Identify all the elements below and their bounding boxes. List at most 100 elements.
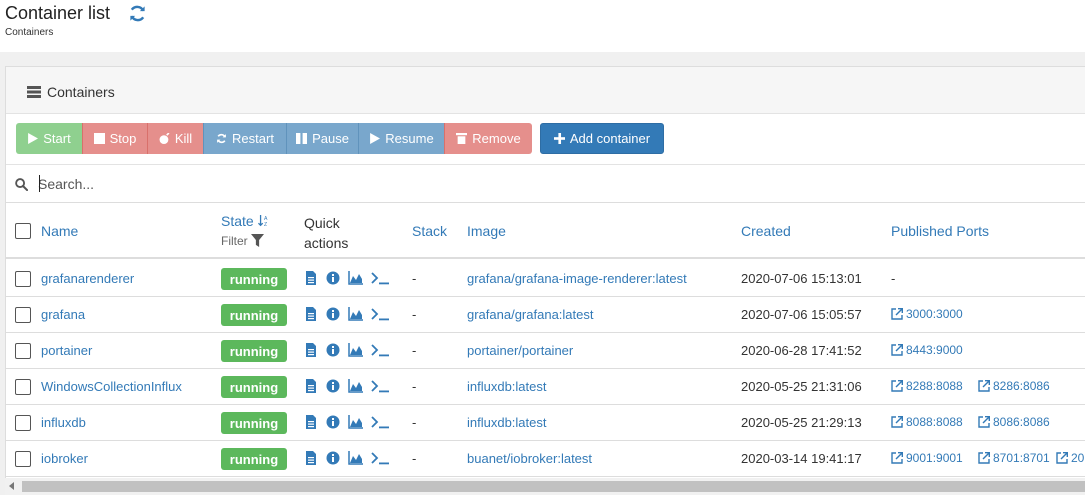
row-checkbox[interactable] xyxy=(15,415,31,431)
published-port-link[interactable]: 8288:8088 xyxy=(891,379,963,393)
published-port-link[interactable]: 8701:8701 xyxy=(978,451,1050,465)
external-link-icon xyxy=(891,380,903,392)
port-mapping: 8088:8088 xyxy=(906,415,963,429)
file-icon[interactable] xyxy=(304,379,318,393)
horizontal-scrollbar[interactable] xyxy=(5,478,1085,495)
scrollbar-thumb[interactable] xyxy=(22,481,1085,492)
published-port-link[interactable]: 9001:9001 xyxy=(891,451,963,465)
column-header-stack[interactable]: Stack xyxy=(412,223,447,239)
scroll-left-arrow[interactable] xyxy=(9,482,14,490)
resume-button[interactable]: Resume xyxy=(358,123,444,154)
column-header-published-ports[interactable]: Published Ports xyxy=(891,223,989,239)
stack-value: - xyxy=(412,415,417,430)
state-filter[interactable]: Filter xyxy=(221,234,265,248)
published-port-link[interactable]: 8086:8086 xyxy=(978,415,1050,429)
kill-button[interactable]: Kill xyxy=(147,123,203,154)
published-port-link[interactable]: 8443:9000 xyxy=(891,343,963,357)
container-name-link[interactable]: WindowsCollectionInflux xyxy=(41,379,182,394)
table-row: WindowsCollectionInflux running - influxdb:… xyxy=(6,369,1085,405)
terminal-icon[interactable] xyxy=(371,379,391,393)
status-badge: running xyxy=(221,448,287,470)
row-checkbox[interactable] xyxy=(15,307,31,323)
created-timestamp: 2020-03-14 19:41:17 xyxy=(741,451,862,466)
refresh-icon[interactable] xyxy=(128,4,147,23)
page-header: Container list Containers xyxy=(0,0,1085,52)
no-ports-value: - xyxy=(891,271,896,286)
file-icon[interactable] xyxy=(304,343,318,357)
area-chart-icon[interactable] xyxy=(348,307,363,321)
image-link[interactable]: portainer/portainer xyxy=(467,343,573,358)
area-chart-icon[interactable] xyxy=(348,379,363,393)
restart-button-label: Restart xyxy=(232,131,274,146)
container-name-link[interactable]: grafanarenderer xyxy=(41,271,134,286)
info-icon[interactable] xyxy=(326,379,340,393)
info-icon[interactable] xyxy=(326,451,340,465)
row-checkbox[interactable] xyxy=(15,271,31,287)
column-header-state[interactable]: State A Z xyxy=(221,213,270,229)
area-chart-icon[interactable] xyxy=(348,343,363,357)
play-icon xyxy=(28,133,39,144)
image-link[interactable]: influxdb:latest xyxy=(467,379,547,394)
file-icon[interactable] xyxy=(304,307,318,321)
external-link-icon xyxy=(978,452,990,464)
row-checkbox[interactable] xyxy=(15,451,31,467)
plus-icon xyxy=(553,133,565,144)
terminal-icon[interactable] xyxy=(371,451,391,465)
area-chart-icon[interactable] xyxy=(348,415,363,429)
image-link[interactable]: grafana/grafana:latest xyxy=(467,307,593,322)
state-filter-label: Filter xyxy=(221,234,248,248)
container-name-link[interactable]: iobroker xyxy=(41,451,88,466)
container-name-link[interactable]: grafana xyxy=(41,307,85,322)
sort-alpha-icon: A Z xyxy=(257,215,268,228)
terminal-icon[interactable] xyxy=(371,271,391,285)
image-link[interactable]: grafana/grafana-image-renderer:latest xyxy=(467,271,687,286)
start-button[interactable]: Start xyxy=(16,123,82,154)
file-icon[interactable] xyxy=(304,271,318,285)
info-icon[interactable] xyxy=(326,415,340,429)
port-mapping: 8286:8086 xyxy=(993,379,1050,393)
status-badge: running xyxy=(221,376,287,398)
created-timestamp: 2020-05-25 21:29:13 xyxy=(741,415,862,430)
terminal-icon[interactable] xyxy=(371,343,391,357)
stop-button[interactable]: Stop xyxy=(82,123,147,154)
container-name-link[interactable]: portainer xyxy=(41,343,92,358)
published-port-link[interactable]: 8286:8086 xyxy=(978,379,1050,393)
terminal-icon[interactable] xyxy=(371,307,391,321)
created-timestamp: 2020-07-06 15:13:01 xyxy=(741,271,862,286)
published-port-link[interactable]: 8088:8088 xyxy=(891,415,963,429)
stack-value: - xyxy=(412,379,417,394)
info-icon[interactable] xyxy=(326,271,340,285)
column-header-image[interactable]: Image xyxy=(467,223,506,239)
stack-value: - xyxy=(412,271,417,286)
file-icon[interactable] xyxy=(304,415,318,429)
container-name-link[interactable]: influxdb xyxy=(41,415,86,430)
select-all-checkbox[interactable] xyxy=(15,223,31,239)
search-input[interactable] xyxy=(38,173,538,195)
area-chart-icon[interactable] xyxy=(348,451,363,465)
terminal-icon[interactable] xyxy=(371,415,391,429)
image-link[interactable]: buanet/iobroker:latest xyxy=(467,451,592,466)
column-header-name[interactable]: Name xyxy=(41,223,78,239)
file-icon[interactable] xyxy=(304,451,318,465)
search-icon xyxy=(15,178,28,191)
quick-actions-line2: actions xyxy=(304,235,349,251)
pause-button[interactable]: Pause xyxy=(286,123,358,154)
row-checkbox[interactable] xyxy=(15,343,31,359)
add-container-button[interactable]: Add container xyxy=(540,123,664,154)
restart-button[interactable]: Restart xyxy=(203,123,286,154)
external-link-icon xyxy=(891,344,903,356)
trash-icon xyxy=(456,133,468,144)
area-chart-icon[interactable] xyxy=(348,271,363,285)
image-link[interactable]: influxdb:latest xyxy=(467,415,547,430)
stack-value: - xyxy=(412,451,417,466)
info-icon[interactable] xyxy=(326,307,340,321)
info-icon[interactable] xyxy=(326,343,340,357)
table-row: grafana running - grafana/grafana:latest 202… xyxy=(6,297,1085,333)
row-checkbox[interactable] xyxy=(15,379,31,395)
page-title: Container list xyxy=(5,3,111,23)
table-header: Name State A Z Filter Quick actions Stac… xyxy=(6,203,1085,259)
column-header-created[interactable]: Created xyxy=(741,223,791,239)
published-port-link[interactable]: 3000:3000 xyxy=(891,307,963,321)
remove-button[interactable]: Remove xyxy=(444,123,532,154)
published-port-link[interactable]: 20 xyxy=(1056,451,1084,465)
